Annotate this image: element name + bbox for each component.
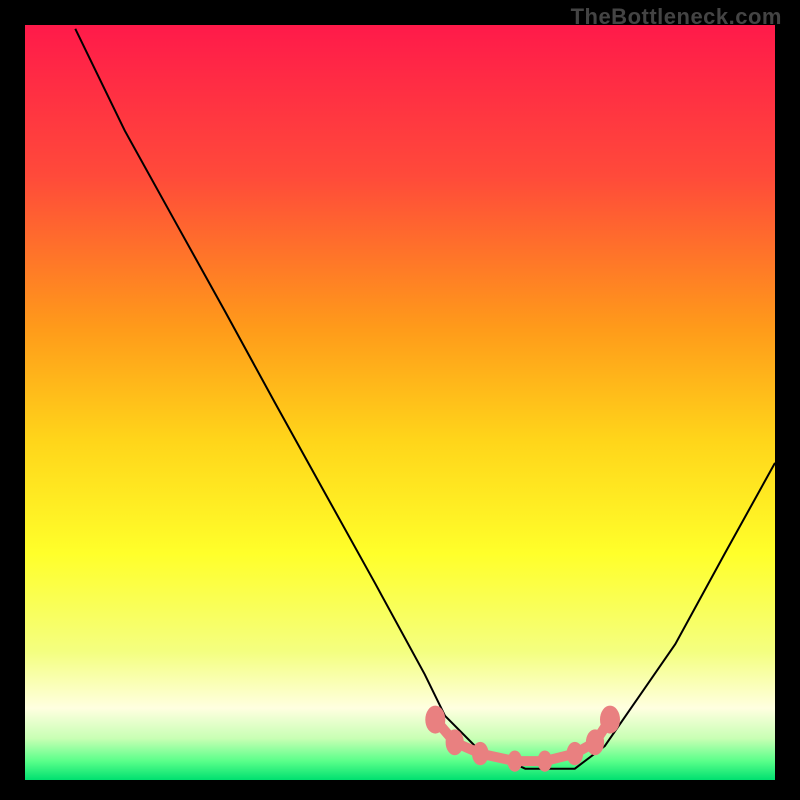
optimal-range-marker <box>472 742 489 765</box>
optimal-range-marker <box>507 751 522 772</box>
bottleneck-chart <box>0 0 800 800</box>
optimal-range-marker <box>425 706 445 734</box>
gradient-background <box>25 25 775 780</box>
optimal-range-marker <box>446 729 464 755</box>
optimal-range-marker <box>586 729 604 755</box>
chart-container: TheBottleneck.com <box>0 0 800 800</box>
optimal-range-marker <box>567 742 584 765</box>
optimal-range-marker <box>537 751 552 772</box>
optimal-range-marker <box>600 706 620 734</box>
watermark-text: TheBottleneck.com <box>571 4 782 30</box>
